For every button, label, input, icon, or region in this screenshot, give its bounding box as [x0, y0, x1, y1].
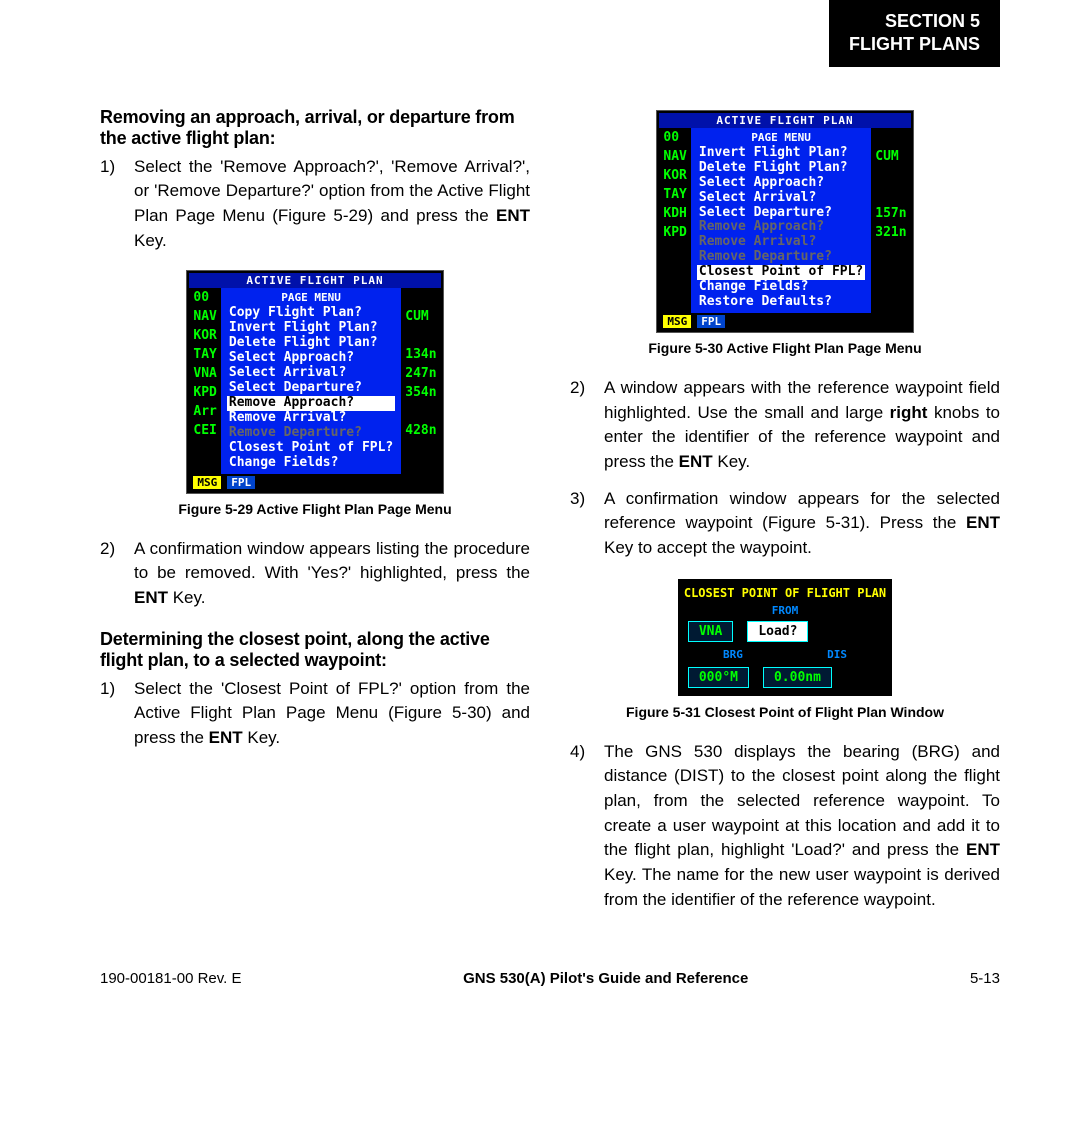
steps-remove: 1)Select the 'Remove Approach?', 'Remove… — [100, 155, 530, 254]
steps-closest: 1)Select the 'Closest Point of FPL?' opt… — [100, 677, 530, 751]
step-item: 1)Select the 'Remove Approach?', 'Remove… — [100, 155, 530, 254]
menu-item: Closest Point of FPL? — [697, 265, 865, 280]
subhead-closest: Determining the closest point, along the… — [100, 629, 530, 671]
menu-item: Restore Defaults? — [697, 295, 865, 310]
menu-item: Remove Approach? — [227, 396, 395, 411]
figure-5-30: ACTIVE FLIGHT PLAN 00NAVKORTAYKDHKPD PAG… — [570, 111, 1000, 356]
menu-item: Remove Departure? — [227, 426, 395, 441]
section-line2: FLIGHT PLANS — [849, 33, 980, 56]
steps-closest-r1: 2)A window appears with the reference wa… — [570, 376, 1000, 560]
cpfp-from: VNA — [688, 621, 733, 642]
menu-item: Select Approach? — [227, 351, 395, 366]
menu-item: Remove Approach? — [697, 220, 865, 235]
step-item: 4)The GNS 530 displays the bearing (BRG)… — [570, 740, 1000, 912]
menu-item: Select Arrival? — [227, 366, 395, 381]
step-item: 1)Select the 'Closest Point of FPL?' opt… — [100, 677, 530, 751]
section-header: SECTION 5 FLIGHT PLANS — [100, 0, 1000, 67]
menu-item: Remove Arrival? — [697, 235, 865, 250]
menu-item: Closest Point of FPL? — [227, 441, 395, 456]
fpl-badge: FPL — [697, 315, 725, 328]
figure-5-29: ACTIVE FLIGHT PLAN 00NAVKORTAYVNAKPDArrC… — [100, 271, 530, 516]
doc-title: GNS 530(A) Pilot's Guide and Reference — [463, 970, 748, 987]
cpfp-load: Load? — [747, 621, 808, 642]
page-number: 5-13 — [970, 970, 1000, 987]
menu-item: Remove Arrival? — [227, 411, 395, 426]
menu-item: Select Arrival? — [697, 191, 865, 206]
menu-item: Delete Flight Plan? — [697, 161, 865, 176]
section-line1: SECTION 5 — [849, 10, 980, 33]
menu-item: Change Fields? — [697, 280, 865, 295]
steps-closest-r2: 4)The GNS 530 displays the bearing (BRG)… — [570, 740, 1000, 912]
page-footer: 190-00181-00 Rev. E GNS 530(A) Pilot's G… — [100, 970, 1000, 987]
msg-badge: MSG — [663, 315, 691, 328]
doc-rev: 190-00181-00 Rev. E — [100, 970, 241, 987]
msg-badge: MSG — [193, 476, 221, 489]
figure-5-31: CLOSEST POINT OF FLIGHT PLAN FROM VNA Lo… — [570, 579, 1000, 720]
steps-remove-2: 2)A confirmation window appears listing … — [100, 537, 530, 611]
menu-item: Select Approach? — [697, 176, 865, 191]
step-item: 2)A confirmation window appears listing … — [100, 537, 530, 611]
menu-item: Select Departure? — [227, 381, 395, 396]
menu-item: Invert Flight Plan? — [697, 146, 865, 161]
subhead-remove: Removing an approach, arrival, or depart… — [100, 107, 530, 149]
menu-item: Select Departure? — [697, 206, 865, 221]
menu-item: Delete Flight Plan? — [227, 336, 395, 351]
step-item: 2)A window appears with the reference wa… — [570, 376, 1000, 475]
step-item: 3)A confirmation window appears for the … — [570, 487, 1000, 561]
menu-item: Invert Flight Plan? — [227, 321, 395, 336]
menu-item: Change Fields? — [227, 456, 395, 471]
fpl-badge: FPL — [227, 476, 255, 489]
menu-item: Remove Departure? — [697, 250, 865, 265]
menu-item: Copy Flight Plan? — [227, 306, 395, 321]
